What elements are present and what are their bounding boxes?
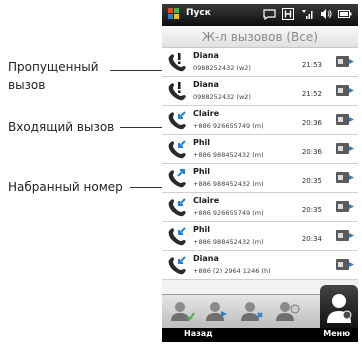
page-title: Ж-л вызовов (Все) bbox=[202, 30, 318, 44]
call-log-row[interactable]: Phil +886 988452432 (m) 20:36 bbox=[162, 135, 358, 164]
speaker-icon[interactable] bbox=[319, 7, 333, 21]
incoming-call-icon bbox=[168, 198, 186, 217]
call-history-tab-icon[interactable] bbox=[203, 299, 231, 325]
groups-tab-icon[interactable] bbox=[273, 299, 301, 325]
caller-number: +886 988452432 (m) bbox=[193, 180, 264, 188]
call-time: 20:36 bbox=[301, 119, 322, 127]
caller-name: Diana bbox=[193, 51, 219, 60]
call-history-header[interactable]: Ж-л вызовов (Все) bbox=[162, 26, 358, 48]
caller-number: +886 988452432 (m) bbox=[193, 151, 264, 159]
contacts-tab-icon[interactable] bbox=[168, 299, 196, 325]
h-network-icon[interactable] bbox=[281, 7, 295, 21]
windows-icon[interactable] bbox=[168, 8, 180, 20]
call-log-row[interactable]: Claire +886 926655749 (m) 20:36 bbox=[162, 106, 358, 135]
callout-missed-label-line2: вызов bbox=[8, 78, 46, 92]
caller-number: +886 926655749 (m) bbox=[193, 209, 264, 217]
call-time: 20:35 bbox=[301, 177, 322, 185]
call-time: 21:53 bbox=[301, 61, 322, 69]
caller-number: +886 988452432 (m) bbox=[193, 238, 264, 246]
callout-incoming-label: Входящий вызов bbox=[8, 120, 115, 134]
caller-number: +886 926655749 (m) bbox=[193, 122, 264, 130]
missed-call-icon bbox=[168, 53, 186, 72]
message-icon[interactable] bbox=[262, 7, 276, 21]
contact-card-icon[interactable] bbox=[335, 82, 355, 99]
contact-card-icon[interactable] bbox=[335, 140, 355, 157]
dialed-call-icon bbox=[168, 169, 186, 188]
contact-person-icon bbox=[327, 294, 352, 323]
signal-icon[interactable] bbox=[300, 7, 314, 21]
callout-dialed-leader bbox=[130, 187, 164, 188]
call-log-row[interactable]: Phil +886 988452432 (m) 20:34 bbox=[162, 222, 358, 251]
call-log-row[interactable]: Claire +886 926655749 (m) 20:35 bbox=[162, 193, 358, 222]
call-log-row[interactable]: Diana +886 (2) 2964 1246 (h) bbox=[162, 251, 358, 280]
menu-softkey[interactable]: Меню bbox=[323, 329, 350, 338]
incoming-call-icon bbox=[168, 227, 186, 246]
caller-name: Claire bbox=[193, 196, 220, 205]
back-softkey[interactable]: Назад bbox=[184, 329, 213, 338]
call-list: Diana 0988252432 (w2) 21:53 Diana 0988252432… bbox=[162, 48, 358, 280]
caller-name: Phil bbox=[193, 138, 211, 147]
status-bar: Пуск bbox=[162, 4, 358, 26]
contact-card-icon[interactable] bbox=[335, 227, 355, 244]
contact-card-icon[interactable] bbox=[335, 169, 355, 186]
callout-missed-label-line1: Пропущенный bbox=[8, 60, 99, 74]
call-log-row[interactable]: Diana 0988252432 (w2) 21:52 bbox=[162, 77, 358, 106]
contact-card-icon[interactable] bbox=[335, 53, 355, 70]
callout-missed-leader bbox=[110, 70, 164, 71]
call-time: 20:34 bbox=[301, 235, 322, 243]
callout-dialed-label: Набранный номер bbox=[8, 180, 123, 194]
call-time: 21:52 bbox=[301, 90, 322, 98]
callout-missed-call: Пропущенный вызов bbox=[8, 58, 99, 94]
favorites-tab-icon[interactable] bbox=[238, 299, 266, 325]
incoming-call-icon bbox=[168, 256, 186, 275]
caller-number: 0988252432 (w2) bbox=[193, 64, 251, 72]
caller-number: +886 (2) 2964 1246 (h) bbox=[193, 267, 271, 275]
status-icons bbox=[262, 7, 352, 21]
callout-incoming-call: Входящий вызов bbox=[8, 118, 114, 136]
start-menu-label[interactable]: Пуск bbox=[186, 8, 211, 18]
softkey-bar: Назад Меню bbox=[162, 328, 358, 342]
caller-name: Diana bbox=[193, 80, 219, 89]
callout-dialed-number: Набранный номер bbox=[8, 178, 123, 196]
callout-incoming-leader bbox=[120, 127, 164, 128]
battery-icon[interactable] bbox=[338, 7, 352, 21]
call-time: 20:36 bbox=[301, 148, 322, 156]
tab-bar bbox=[162, 285, 358, 329]
call-time: 20:35 bbox=[301, 206, 322, 214]
incoming-call-icon bbox=[168, 140, 186, 159]
caller-name: Phil bbox=[193, 225, 211, 234]
call-log-row[interactable]: Diana 0988252432 (w2) 21:53 bbox=[162, 48, 358, 77]
phone-screen: Пуск Ж-л вызовов (Все) Diana 0988252432 (… bbox=[162, 4, 358, 342]
caller-name: Phil bbox=[193, 167, 211, 176]
contact-card-icon[interactable] bbox=[335, 198, 355, 215]
contact-card-icon[interactable] bbox=[335, 111, 355, 128]
contact-card-icon[interactable] bbox=[335, 256, 355, 273]
missed-call-icon bbox=[168, 82, 186, 101]
caller-name: Diana bbox=[193, 254, 219, 263]
incoming-call-icon bbox=[168, 111, 186, 130]
caller-number: 0988252432 (w2) bbox=[193, 93, 251, 101]
caller-name: Claire bbox=[193, 109, 220, 118]
active-contacts-tab[interactable] bbox=[320, 285, 358, 329]
call-log-row[interactable]: Phil +886 988452432 (m) 20:35 bbox=[162, 164, 358, 193]
